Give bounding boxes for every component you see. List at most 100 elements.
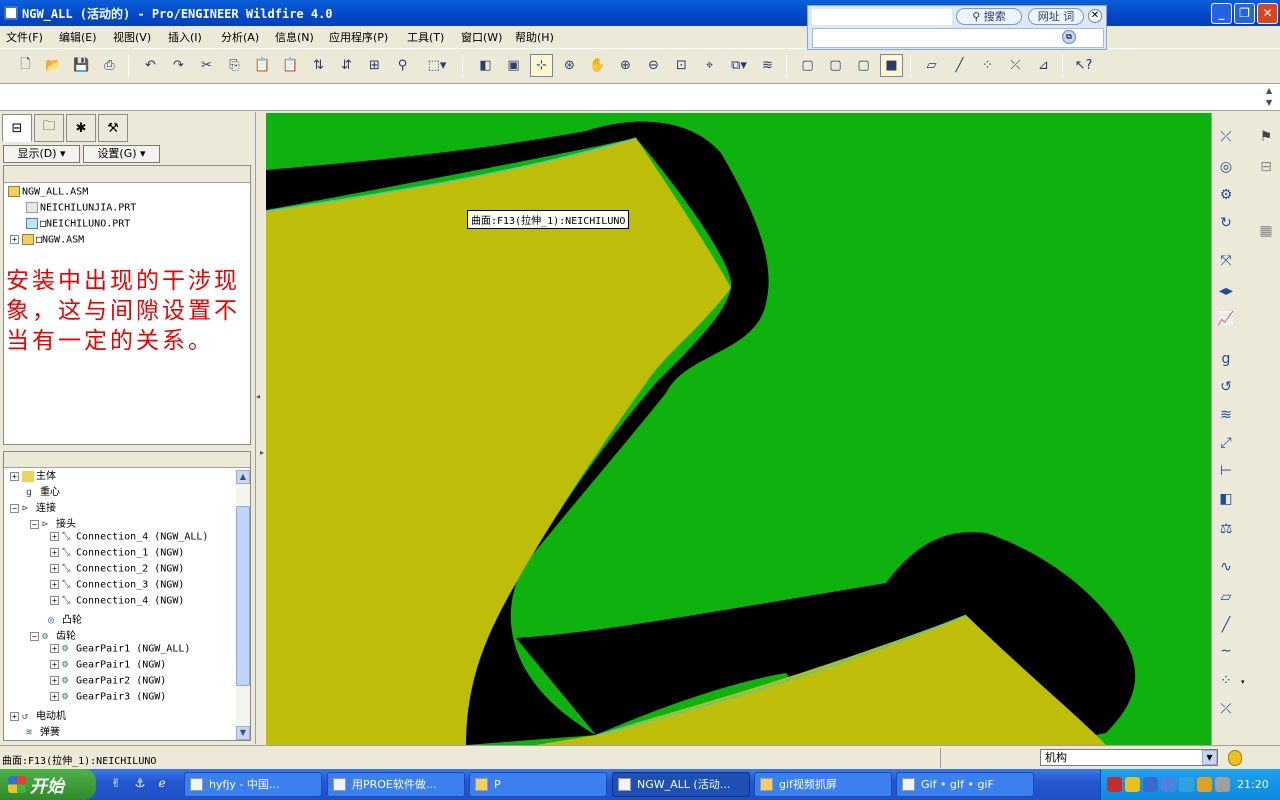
- ime-icon[interactable]: [1107, 777, 1122, 792]
- initial-condition-icon[interactable]: ◧: [1214, 487, 1238, 511]
- tree-node-gearpair[interactable]: + ⚙ GearPair3 (NGW): [50, 691, 166, 703]
- hierarchy-icon[interactable]: ⊟: [1254, 155, 1278, 179]
- panel-splitter[interactable]: ◂ ▸: [255, 112, 266, 744]
- force-icon[interactable]: ⊢: [1214, 459, 1238, 483]
- tree-node-bodies[interactable]: + 主体: [10, 467, 56, 482]
- expand-icon[interactable]: +: [50, 676, 59, 685]
- chevron-down-icon[interactable]: ▾: [1241, 678, 1245, 686]
- sketch-curve-icon[interactable]: ∼: [1214, 639, 1238, 663]
- search-tool-icon[interactable]: ⚲: [391, 54, 414, 77]
- datum-axis-tool-icon[interactable]: ╱: [1214, 613, 1238, 637]
- tree-scrollbar[interactable]: ▲ ▼: [236, 470, 250, 740]
- start-button[interactable]: 开始: [0, 769, 96, 800]
- tree-node-subassembly[interactable]: + □NGW.ASM: [10, 234, 84, 246]
- shading-icon[interactable]: ■: [880, 54, 903, 77]
- print-icon[interactable]: ⎙: [98, 54, 121, 77]
- new-file-icon[interactable]: 🗋: [14, 54, 37, 77]
- tree-node-connection[interactable]: + ⤡ Connection_1 (NGW): [50, 547, 184, 559]
- close-button[interactable]: ✕: [1257, 3, 1278, 24]
- tab-model-tree[interactable]: ⊟: [2, 114, 32, 142]
- expand-icon[interactable]: +: [50, 564, 59, 573]
- taskbar-item-active[interactable]: NGW_ALL (活动...: [612, 772, 750, 797]
- spin-center-icon[interactable]: ⊛: [558, 54, 581, 77]
- tab-connections[interactable]: ⚒: [98, 114, 128, 142]
- taskbar-item[interactable]: hyfjy - 中国...: [184, 772, 322, 797]
- collapse-icon[interactable]: −: [30, 631, 39, 641]
- direction-arrows-icon[interactable]: ◂▸: [1214, 279, 1238, 303]
- hidden-line-icon[interactable]: ▢: [824, 54, 847, 77]
- chat-icon[interactable]: [1197, 777, 1212, 792]
- chevron-down-icon[interactable]: ▼: [1202, 750, 1217, 765]
- menu-info[interactable]: 信息(N): [275, 29, 314, 45]
- menu-tools[interactable]: 工具(T): [407, 29, 444, 45]
- menu-edit[interactable]: 编辑(E): [59, 29, 97, 45]
- tree-node-gearpair[interactable]: + ⚙ GearPair2 (NGW): [50, 675, 166, 687]
- belt-icon[interactable]: ↻: [1214, 211, 1238, 235]
- spring-tool-icon[interactable]: ≋: [1214, 403, 1238, 427]
- tree-node-connection[interactable]: + ⤡ Connection_4 (NGW_ALL): [50, 531, 208, 543]
- tree-node-gearpair[interactable]: + ⚙ GearPair1 (NGW_ALL): [50, 643, 190, 655]
- url-word-tab[interactable]: 网址 词: [1028, 8, 1084, 25]
- layer-icon[interactable]: ◧: [474, 54, 497, 77]
- expand-icon[interactable]: +: [50, 596, 59, 605]
- no-hidden-icon[interactable]: ▢: [852, 54, 875, 77]
- quicklaunch-icon[interactable]: ⚓: [132, 776, 148, 792]
- flag-icon[interactable]: ⚑: [1254, 125, 1278, 149]
- table-icon[interactable]: ▦: [1254, 219, 1278, 243]
- copy-icon[interactable]: ⎘: [223, 54, 246, 77]
- tab-folder-browser[interactable]: 🗀: [34, 114, 64, 142]
- datum-plane-icon[interactable]: ▱: [920, 54, 943, 77]
- gear-tool-icon[interactable]: ⚙: [1214, 183, 1238, 207]
- gravity-tool-icon[interactable]: g: [1214, 347, 1238, 371]
- collapse-icon[interactable]: −: [30, 519, 39, 529]
- taskbar-item[interactable]: 用PROE软件做...: [327, 772, 465, 797]
- graph-icon[interactable]: 📈: [1214, 307, 1238, 331]
- tree-node-joints[interactable]: − ⊳ 接头: [30, 515, 76, 530]
- copy-icon[interactable]: ⧉: [1062, 30, 1076, 44]
- menu-insert[interactable]: 插入(I): [168, 29, 202, 45]
- zoom-in-icon[interactable]: ⊕: [614, 54, 637, 77]
- taskbar-item[interactable]: Gif • gIf • giF: [896, 772, 1034, 797]
- connection-tool-icon[interactable]: ⤫: [1214, 125, 1238, 149]
- damper-icon[interactable]: ⤢: [1214, 431, 1238, 455]
- coordinate-system-tool-icon[interactable]: ⤫: [1214, 697, 1238, 721]
- expand-icon[interactable]: +: [10, 711, 19, 721]
- model-tree-icon[interactable]: ⊞: [363, 54, 386, 77]
- save-icon[interactable]: 💾: [70, 54, 93, 77]
- search-input[interactable]: [812, 9, 952, 25]
- refit-icon[interactable]: ⊡: [670, 54, 693, 77]
- message-scroll-down-icon[interactable]: ▼: [1266, 98, 1272, 107]
- tree-node-gears[interactable]: − ⚙ 齿轮: [30, 627, 76, 642]
- redo-icon[interactable]: ↷: [167, 54, 190, 77]
- tree-node-part[interactable]: □NEICHILUNO.PRT: [26, 218, 130, 230]
- orient-mode-icon[interactable]: ⊹: [530, 54, 553, 77]
- coordinate-system-icon[interactable]: ⤫: [1004, 54, 1027, 77]
- datum-axis-icon[interactable]: ╱: [948, 54, 971, 77]
- tree-node-assembly[interactable]: NGW_ALL.ASM: [8, 186, 88, 198]
- servo-motor-icon[interactable]: ↺: [1214, 375, 1238, 399]
- volume-icon[interactable]: [1215, 777, 1230, 792]
- scroll-thumb[interactable]: [236, 506, 250, 686]
- drag-tool-icon[interactable]: ⤧: [1214, 249, 1238, 273]
- expand-icon[interactable]: +: [10, 235, 19, 244]
- expand-icon[interactable]: +: [50, 644, 59, 653]
- tree-node-part[interactable]: NEICHILUNJIA.PRT: [26, 202, 136, 214]
- scroll-up-icon[interactable]: ▲: [236, 470, 250, 484]
- regenerate-manager-icon[interactable]: ⇵: [335, 54, 358, 77]
- menu-analysis[interactable]: 分析(A): [221, 29, 259, 45]
- mass-properties-icon[interactable]: ⚖: [1214, 517, 1238, 541]
- tree-node-gravity[interactable]: g 重心: [26, 483, 60, 499]
- expand-icon[interactable]: +: [50, 548, 59, 557]
- tree-node-gearpair[interactable]: + ⚙ GearPair1 (NGW): [50, 659, 166, 671]
- curve-icon[interactable]: ∿: [1214, 555, 1238, 579]
- repaint-icon[interactable]: ▣: [502, 54, 525, 77]
- expand-panel-icon[interactable]: ▸: [260, 448, 264, 457]
- undo-icon[interactable]: ↶: [139, 54, 162, 77]
- context-help-icon[interactable]: ↖?: [1072, 54, 1095, 77]
- paste-special-icon[interactable]: 📋: [279, 54, 302, 77]
- menu-view[interactable]: 视图(V): [113, 29, 151, 45]
- expand-icon[interactable]: +: [10, 471, 19, 481]
- tree-node-motors[interactable]: + ↺ 电动机: [10, 707, 66, 722]
- network-icon[interactable]: [1179, 777, 1194, 792]
- scroll-down-icon[interactable]: ▼: [236, 726, 250, 740]
